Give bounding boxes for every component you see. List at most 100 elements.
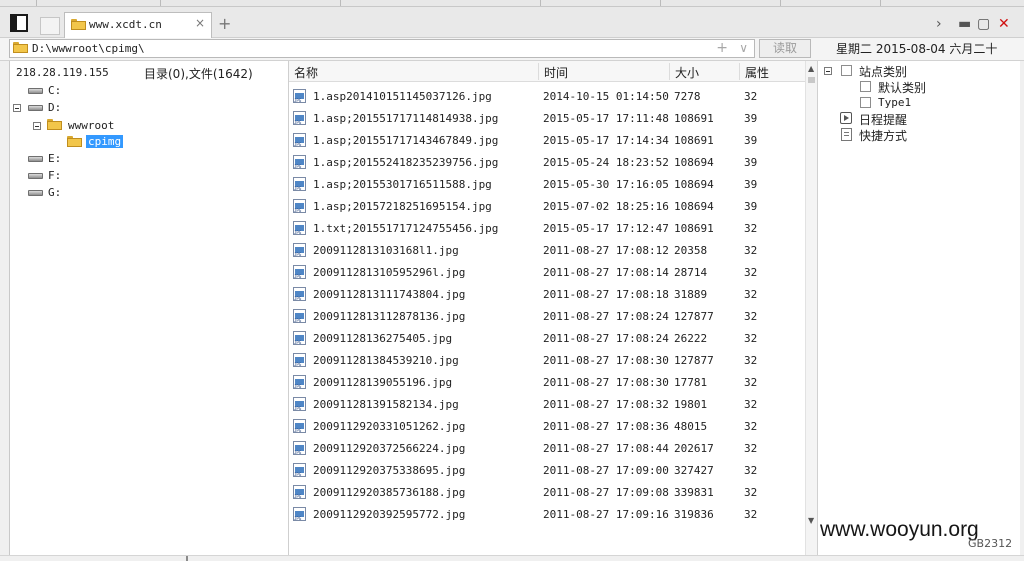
- file-row[interactable]: 2009112813103168l1.jpg 2011-08-27 17:08:1…: [289, 239, 805, 261]
- type1-item[interactable]: Type1: [878, 96, 911, 109]
- category-icon: [841, 65, 852, 76]
- encoding-label[interactable]: GB2312: [968, 537, 1012, 550]
- chevron-down-icon[interactable]: ∨: [739, 41, 748, 55]
- tree-drive-d[interactable]: D:: [48, 101, 61, 114]
- file-time: 2015-07-02 18:25:16: [543, 200, 669, 213]
- file-attr: 39: [744, 200, 758, 213]
- site-category-label[interactable]: 站点类别: [859, 63, 907, 80]
- tab-title: www.xcdt.cn: [89, 18, 162, 31]
- new-tab-button[interactable]: +: [218, 16, 231, 32]
- file-row[interactable]: 2009112920372566224.jpg 2011-08-27 17:08:…: [289, 437, 805, 459]
- file-time: 2011-08-27 17:08:36: [543, 420, 669, 433]
- file-row[interactable]: 1.txt;201551717124755456.jpg 2015-05-17 1…: [289, 217, 805, 239]
- file-row[interactable]: 1.asp201410151145037126.jpg 2014-10-15 01…: [289, 85, 805, 107]
- strip-divider: [160, 0, 161, 6]
- file-attr: 32: [744, 222, 758, 235]
- scrollbar-thumb[interactable]: [808, 77, 815, 83]
- file-row[interactable]: 20091128136275405.jpg 2011-08-27 17:08:24…: [289, 327, 805, 349]
- file-size: 48015: [674, 420, 708, 433]
- jpg-file-icon: [293, 441, 306, 455]
- shortcuts-item[interactable]: 快捷方式: [859, 127, 907, 144]
- file-name: 2009112813111743804.jpg: [313, 288, 466, 301]
- file-attr: 39: [744, 112, 758, 125]
- tree-folder-cpimg[interactable]: cpimg: [86, 135, 124, 148]
- file-name: 1.asp201410151145037126.jpg: [313, 90, 492, 103]
- path-input[interactable]: D:\wwwroot\cpimg\ + ∨: [9, 39, 755, 58]
- strip-divider: [540, 0, 541, 6]
- taskbar-edge: [0, 555, 1024, 561]
- file-row[interactable]: 2009112920385736188.jpg 2011-08-27 17:09:…: [289, 481, 805, 503]
- scroll-down-icon[interactable]: ▼: [808, 516, 814, 525]
- tree-drive-g[interactable]: G:: [48, 186, 61, 199]
- file-size: 17781: [674, 376, 708, 389]
- collapse-icon[interactable]: [13, 104, 21, 112]
- collapse-icon[interactable]: [33, 122, 41, 130]
- file-attr: 32: [744, 288, 758, 301]
- column-divider: [538, 63, 539, 80]
- jpg-file-icon: [293, 353, 306, 367]
- shortcut-icon: [841, 128, 852, 141]
- default-category-item[interactable]: 默认类别: [878, 79, 926, 96]
- tree-drive-e[interactable]: E:: [48, 152, 61, 165]
- collapse-icon[interactable]: [824, 67, 832, 75]
- chevron-right-icon[interactable]: ›: [936, 17, 942, 31]
- tree-folder-wwwroot[interactable]: wwwroot: [68, 119, 114, 132]
- clipped-browser-tabs: [0, 0, 1024, 7]
- file-row[interactable]: 2009112813112878136.jpg 2011-08-27 17:08:…: [289, 305, 805, 327]
- dir-file-count: 目录(0),文件(1642): [144, 67, 253, 81]
- file-size: 327427: [674, 464, 714, 477]
- maximize-icon[interactable]: ▢: [977, 17, 990, 31]
- minimize-icon[interactable]: ▬: [958, 17, 971, 31]
- file-name: 1.asp;201552418235239756.jpg: [313, 156, 499, 169]
- file-row[interactable]: 1.asp;20155301716511588.jpg 2015-05-30 17…: [289, 173, 805, 195]
- address-bar-row: D:\wwwroot\cpimg\ + ∨ 读取 星期二 2015-08-04 …: [0, 38, 1024, 61]
- file-row[interactable]: 200911281391582134.jpg 2011-08-27 17:08:3…: [289, 393, 805, 415]
- column-attr[interactable]: 属性: [745, 64, 769, 81]
- column-divider: [669, 63, 670, 80]
- tree-drive-c[interactable]: C:: [48, 84, 61, 97]
- jpg-file-icon: [293, 111, 306, 125]
- file-time: 2011-08-27 17:09:08: [543, 486, 669, 499]
- tab-xcdt[interactable]: www.xcdt.cn ×: [64, 12, 212, 38]
- file-size: 19801: [674, 398, 708, 411]
- add-bookmark-icon[interactable]: +: [716, 40, 728, 56]
- file-row[interactable]: 200911281310595296l.jpg 2011-08-27 17:08:…: [289, 261, 805, 283]
- schedule-reminder-item[interactable]: 日程提醒: [859, 111, 907, 128]
- file-attr: 32: [744, 244, 758, 257]
- sidebar-toggle-button[interactable]: [10, 14, 28, 32]
- jpg-file-icon: [293, 485, 306, 499]
- file-time: 2011-08-27 17:08:18: [543, 288, 669, 301]
- file-attr: 32: [744, 376, 758, 389]
- read-button[interactable]: 读取: [759, 39, 811, 58]
- file-row[interactable]: 1.asp;201552418235239756.jpg 2015-05-24 1…: [289, 151, 805, 173]
- column-time[interactable]: 时间: [544, 64, 568, 81]
- taskbar-divider: [186, 556, 188, 561]
- file-name: 2009112920392595772.jpg: [313, 508, 466, 521]
- scroll-up-icon[interactable]: ▲: [808, 64, 814, 73]
- file-row[interactable]: 2009112813111743804.jpg 2011-08-27 17:08:…: [289, 283, 805, 305]
- file-size: 108691: [674, 112, 714, 125]
- file-row[interactable]: 2009112920331051262.jpg 2011-08-27 17:08:…: [289, 415, 805, 437]
- column-size[interactable]: 大小: [675, 64, 699, 81]
- file-row[interactable]: 2009112920375338695.jpg 2011-08-27 17:09:…: [289, 459, 805, 481]
- jpg-file-icon: [293, 397, 306, 411]
- strip-divider: [340, 0, 341, 6]
- file-time: 2014-10-15 01:14:50: [543, 90, 669, 103]
- file-row[interactable]: 1.asp;201551717114814938.jpg 2015-05-17 1…: [289, 107, 805, 129]
- blank-tab-icon[interactable]: [40, 17, 60, 35]
- file-row[interactable]: 1.asp;20157218251695154.jpg 2015-07-02 18…: [289, 195, 805, 217]
- tree-drive-f[interactable]: F:: [48, 169, 61, 182]
- path-text: D:\wwwroot\cpimg\: [32, 42, 145, 55]
- file-name: 1.asp;201551717114814938.jpg: [313, 112, 499, 125]
- file-row[interactable]: 2009112920392595772.jpg 2011-08-27 17:09:…: [289, 503, 805, 525]
- file-name: 1.asp;20157218251695154.jpg: [313, 200, 492, 213]
- file-row[interactable]: 1.asp;201551717143467849.jpg 2015-05-17 1…: [289, 129, 805, 151]
- close-tab-icon[interactable]: ×: [195, 16, 205, 30]
- file-size: 108694: [674, 200, 714, 213]
- file-row[interactable]: 200911281384539210.jpg 2011-08-27 17:08:3…: [289, 349, 805, 371]
- file-attr: 39: [744, 156, 758, 169]
- file-row[interactable]: 20091128139055196.jpg 2011-08-27 17:08:30…: [289, 371, 805, 393]
- file-attr: 32: [744, 332, 758, 345]
- close-window-icon[interactable]: ✕: [998, 17, 1010, 31]
- column-name[interactable]: 名称: [294, 64, 318, 81]
